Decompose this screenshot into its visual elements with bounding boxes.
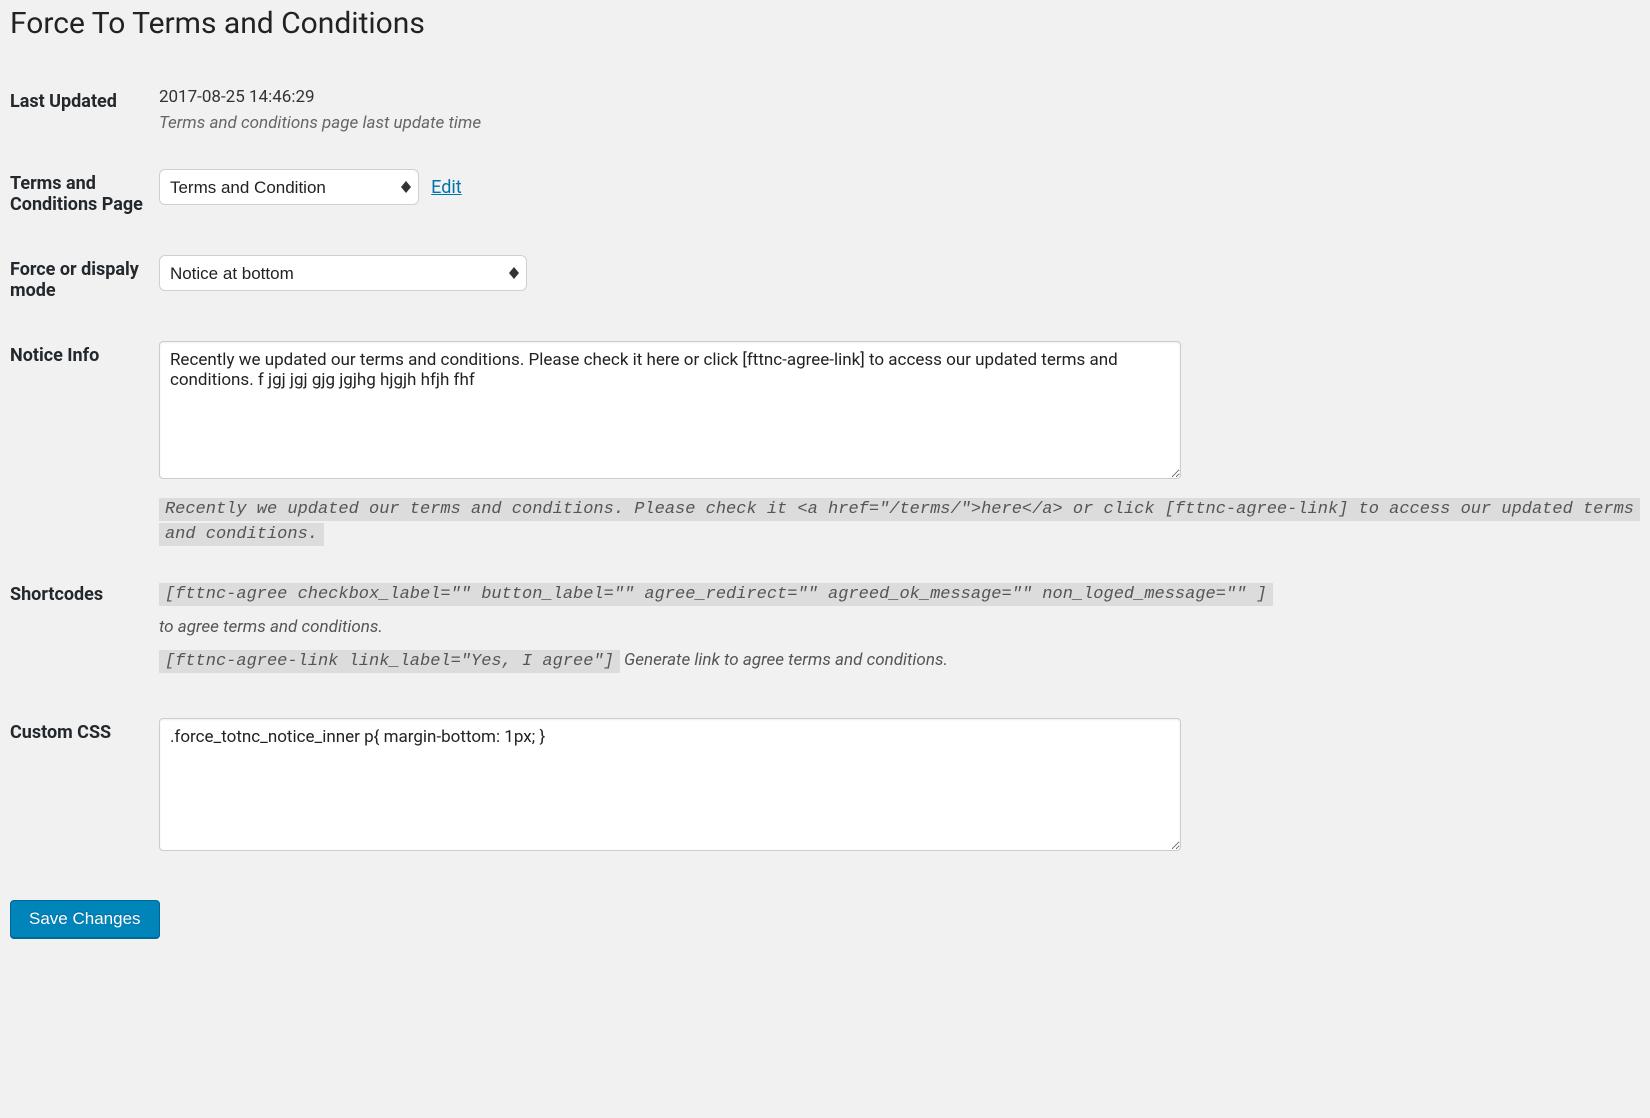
last-updated-value: 2017-08-25 14:46:29 [159, 87, 1640, 107]
last-updated-label: Last Updated [10, 69, 159, 151]
mode-select[interactable]: Notice at bottom [159, 255, 527, 291]
notice-info-hint-code: Recently we updated our terms and condit… [159, 498, 1640, 521]
settings-form-table: Last Updated 2017-08-25 14:46:29 Terms a… [10, 69, 1640, 874]
shortcode-agree-link-code: [fttnc-agree-link link_label="Yes, I agr… [159, 650, 620, 673]
notice-info-hint-tail: and conditions. [159, 523, 324, 546]
mode-label: Force or dispaly mode [10, 237, 159, 323]
notice-info-label: Notice Info [10, 323, 159, 562]
page-title: Force To Terms and Conditions [10, 6, 1640, 41]
custom-css-label: Custom CSS [10, 700, 159, 874]
shortcode-agree-text: to agree terms and conditions. [159, 617, 383, 637]
tc-page-select[interactable]: Terms and Condition [159, 169, 419, 205]
last-updated-desc: Terms and conditions page last update ti… [159, 113, 1640, 133]
save-changes-button[interactable]: Save Changes [10, 900, 160, 938]
custom-css-textarea[interactable] [159, 718, 1181, 851]
shortcode-agree-code: [fttnc-agree checkbox_label="" button_la… [159, 583, 1273, 606]
notice-info-textarea[interactable] [159, 341, 1181, 479]
edit-page-link[interactable]: Edit [431, 177, 461, 198]
shortcodes-label: Shortcodes [10, 562, 159, 700]
shortcode-agree-link-text: Generate link to agree terms and conditi… [624, 650, 948, 670]
tc-page-label: Terms and Conditions Page [10, 151, 159, 237]
